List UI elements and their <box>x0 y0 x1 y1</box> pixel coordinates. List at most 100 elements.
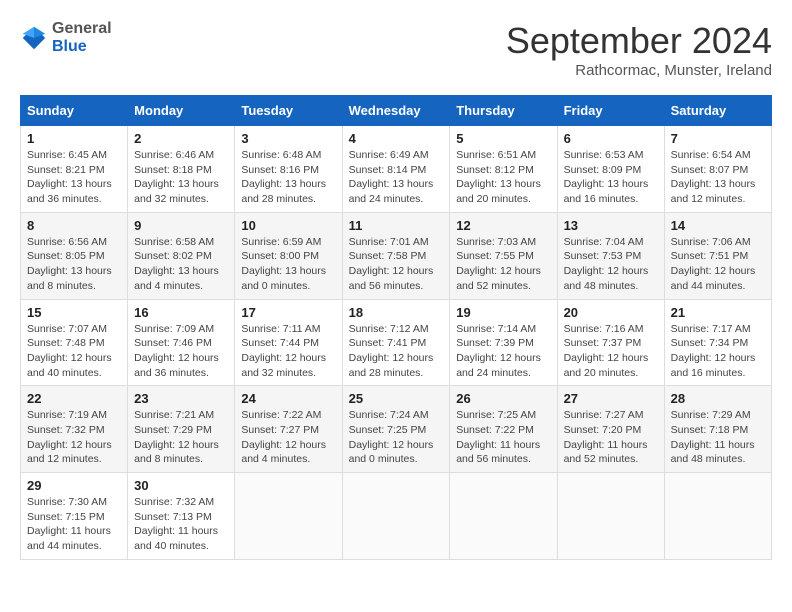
day-info: Sunrise: 6:46 AM Sunset: 8:18 PM Dayligh… <box>134 148 228 207</box>
logo: General Blue <box>20 20 112 55</box>
col-saturday: Saturday <box>664 96 771 126</box>
table-row <box>450 473 557 560</box>
table-row: 28 Sunrise: 7:29 AM Sunset: 7:18 PM Dayli… <box>664 386 771 473</box>
table-row: 24 Sunrise: 7:22 AM Sunset: 7:27 PM Dayli… <box>235 386 342 473</box>
day-info: Sunrise: 7:32 AM Sunset: 7:13 PM Dayligh… <box>134 495 228 554</box>
day-number: 13 <box>564 218 658 233</box>
day-info: Sunrise: 6:56 AM Sunset: 8:05 PM Dayligh… <box>27 235 121 294</box>
calendar-week-row: 8 Sunrise: 6:56 AM Sunset: 8:05 PM Daylig… <box>21 212 772 299</box>
table-row: 2 Sunrise: 6:46 AM Sunset: 8:18 PM Daylig… <box>128 126 235 213</box>
table-row: 26Sunrise: 7:25 AM Sunset: 7:22 PM Dayli… <box>450 386 557 473</box>
day-info: Sunrise: 6:48 AM Sunset: 8:16 PM Dayligh… <box>241 148 335 207</box>
calendar-week-row: 1 Sunrise: 6:45 AM Sunset: 8:21 PM Daylig… <box>21 126 772 213</box>
day-number: 18 <box>349 305 444 320</box>
day-number: 29 <box>27 478 121 493</box>
day-info: Sunrise: 7:22 AM Sunset: 7:27 PM Dayligh… <box>241 408 335 467</box>
day-number: 20 <box>564 305 658 320</box>
calendar-week-row: 15 Sunrise: 7:07 AM Sunset: 7:48 PM Dayli… <box>21 299 772 386</box>
table-row: 17 Sunrise: 7:11 AM Sunset: 7:44 PM Dayli… <box>235 299 342 386</box>
day-info: Sunrise: 7:21 AM Sunset: 7:29 PM Dayligh… <box>134 408 228 467</box>
day-number: 3 <box>241 131 335 146</box>
day-number: 14 <box>671 218 765 233</box>
table-row: 8 Sunrise: 6:56 AM Sunset: 8:05 PM Daylig… <box>21 212 128 299</box>
day-number: 19 <box>456 305 550 320</box>
table-row: 12Sunrise: 7:03 AM Sunset: 7:55 PM Dayli… <box>450 212 557 299</box>
day-info: Sunrise: 7:03 AM Sunset: 7:55 PM Dayligh… <box>456 235 550 294</box>
day-number: 4 <box>349 131 444 146</box>
day-number: 24 <box>241 391 335 406</box>
day-info: Sunrise: 7:16 AM Sunset: 7:37 PM Dayligh… <box>564 322 658 381</box>
day-number: 26 <box>456 391 550 406</box>
col-monday: Monday <box>128 96 235 126</box>
day-info: Sunrise: 6:49 AM Sunset: 8:14 PM Dayligh… <box>349 148 444 207</box>
day-info: Sunrise: 6:59 AM Sunset: 8:00 PM Dayligh… <box>241 235 335 294</box>
month-title: September 2024 <box>506 20 772 62</box>
day-number: 27 <box>564 391 658 406</box>
table-row: 1 Sunrise: 6:45 AM Sunset: 8:21 PM Daylig… <box>21 126 128 213</box>
table-row: 6 Sunrise: 6:53 AM Sunset: 8:09 PM Daylig… <box>557 126 664 213</box>
day-info: Sunrise: 7:27 AM Sunset: 7:20 PM Dayligh… <box>564 408 658 467</box>
day-info: Sunrise: 6:58 AM Sunset: 8:02 PM Dayligh… <box>134 235 228 294</box>
table-row: 4 Sunrise: 6:49 AM Sunset: 8:14 PM Daylig… <box>342 126 450 213</box>
day-number: 28 <box>671 391 765 406</box>
table-row: 29Sunrise: 7:30 AM Sunset: 7:15 PM Dayli… <box>21 473 128 560</box>
day-number: 9 <box>134 218 228 233</box>
table-row <box>664 473 771 560</box>
day-number: 8 <box>27 218 121 233</box>
table-row: 9 Sunrise: 6:58 AM Sunset: 8:02 PM Daylig… <box>128 212 235 299</box>
day-info: Sunrise: 7:19 AM Sunset: 7:32 PM Dayligh… <box>27 408 121 467</box>
logo-icon <box>20 24 48 52</box>
table-row: 11Sunrise: 7:01 AM Sunset: 7:58 PM Dayli… <box>342 212 450 299</box>
table-row: 10Sunrise: 6:59 AM Sunset: 8:00 PM Dayli… <box>235 212 342 299</box>
day-info: Sunrise: 6:54 AM Sunset: 8:07 PM Dayligh… <box>671 148 765 207</box>
day-info: Sunrise: 7:07 AM Sunset: 7:48 PM Dayligh… <box>27 322 121 381</box>
col-sunday: Sunday <box>21 96 128 126</box>
day-number: 23 <box>134 391 228 406</box>
table-row: 16 Sunrise: 7:09 AM Sunset: 7:46 PM Dayli… <box>128 299 235 386</box>
day-number: 17 <box>241 305 335 320</box>
day-number: 7 <box>671 131 765 146</box>
day-info: Sunrise: 7:11 AM Sunset: 7:44 PM Dayligh… <box>241 322 335 381</box>
day-number: 15 <box>27 305 121 320</box>
day-info: Sunrise: 6:53 AM Sunset: 8:09 PM Dayligh… <box>564 148 658 207</box>
table-row: 18 Sunrise: 7:12 AM Sunset: 7:41 PM Dayli… <box>342 299 450 386</box>
table-row: 23 Sunrise: 7:21 AM Sunset: 7:29 PM Dayli… <box>128 386 235 473</box>
day-info: Sunrise: 7:06 AM Sunset: 7:51 PM Dayligh… <box>671 235 765 294</box>
day-info: Sunrise: 6:45 AM Sunset: 8:21 PM Dayligh… <box>27 148 121 207</box>
col-friday: Friday <box>557 96 664 126</box>
logo-text: General Blue <box>52 20 112 55</box>
table-row: 3 Sunrise: 6:48 AM Sunset: 8:16 PM Daylig… <box>235 126 342 213</box>
day-info: Sunrise: 7:29 AM Sunset: 7:18 PM Dayligh… <box>671 408 765 467</box>
table-row: 14 Sunrise: 7:06 AM Sunset: 7:51 PM Dayli… <box>664 212 771 299</box>
day-info: Sunrise: 7:17 AM Sunset: 7:34 PM Dayligh… <box>671 322 765 381</box>
day-info: Sunrise: 6:51 AM Sunset: 8:12 PM Dayligh… <box>456 148 550 207</box>
day-number: 2 <box>134 131 228 146</box>
table-row: 27 Sunrise: 7:27 AM Sunset: 7:20 PM Dayli… <box>557 386 664 473</box>
day-number: 6 <box>564 131 658 146</box>
table-row <box>342 473 450 560</box>
day-info: Sunrise: 7:24 AM Sunset: 7:25 PM Dayligh… <box>349 408 444 467</box>
table-row: 15 Sunrise: 7:07 AM Sunset: 7:48 PM Dayli… <box>21 299 128 386</box>
calendar-table: Sunday Monday Tuesday Wednesday Thursday… <box>20 95 772 560</box>
day-info: Sunrise: 7:09 AM Sunset: 7:46 PM Dayligh… <box>134 322 228 381</box>
table-row: 5Sunrise: 6:51 AM Sunset: 8:12 PM Daylig… <box>450 126 557 213</box>
day-info: Sunrise: 7:01 AM Sunset: 7:58 PM Dayligh… <box>349 235 444 294</box>
table-row <box>557 473 664 560</box>
title-section: September 2024 Rathcormac, Munster, Irel… <box>506 20 772 79</box>
calendar-week-row: 22 Sunrise: 7:19 AM Sunset: 7:32 PM Dayli… <box>21 386 772 473</box>
day-number: 1 <box>27 131 121 146</box>
table-row: 7 Sunrise: 6:54 AM Sunset: 8:07 PM Daylig… <box>664 126 771 213</box>
logo-general: General <box>52 20 112 37</box>
day-number: 22 <box>27 391 121 406</box>
day-number: 21 <box>671 305 765 320</box>
location: Rathcormac, Munster, Ireland <box>506 62 772 79</box>
day-info: Sunrise: 7:12 AM Sunset: 7:41 PM Dayligh… <box>349 322 444 381</box>
table-row: 20 Sunrise: 7:16 AM Sunset: 7:37 PM Dayli… <box>557 299 664 386</box>
day-number: 16 <box>134 305 228 320</box>
table-row <box>235 473 342 560</box>
table-row: 19Sunrise: 7:14 AM Sunset: 7:39 PM Dayli… <box>450 299 557 386</box>
calendar-header-row: Sunday Monday Tuesday Wednesday Thursday… <box>21 96 772 126</box>
col-tuesday: Tuesday <box>235 96 342 126</box>
day-info: Sunrise: 7:04 AM Sunset: 7:53 PM Dayligh… <box>564 235 658 294</box>
logo-blue: Blue <box>52 38 87 55</box>
